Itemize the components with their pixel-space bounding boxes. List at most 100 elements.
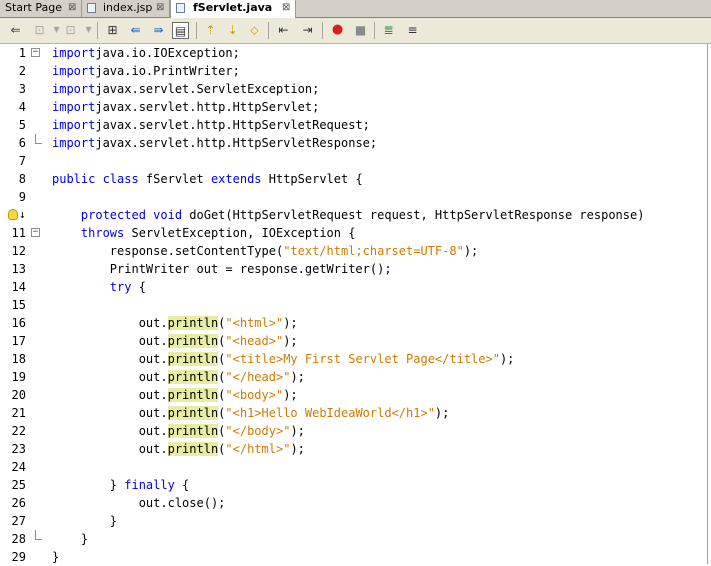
code-line[interactable]: 9 bbox=[0, 188, 711, 206]
code-text: try { bbox=[52, 278, 146, 296]
code-token: java.io.IOException; bbox=[95, 46, 240, 60]
fold-toggle-icon[interactable]: − bbox=[31, 228, 40, 237]
java-file-icon bbox=[176, 3, 185, 13]
keyword-token: protected void bbox=[80, 208, 183, 222]
code-line[interactable]: 6 importjavax.servlet.http.HttpServletRes… bbox=[0, 134, 711, 152]
keyword-token: public class bbox=[52, 172, 139, 186]
code-line[interactable]: 19 out.println("</head>"); bbox=[0, 368, 711, 386]
hint-lightbulb-icon[interactable] bbox=[8, 209, 18, 220]
fold-toggle-icon[interactable]: − bbox=[31, 48, 40, 57]
keyword-token: throws bbox=[80, 226, 125, 240]
code-line[interactable]: 15 bbox=[0, 296, 711, 314]
toggle-bookmark-icon[interactable]: ⊞ bbox=[104, 22, 121, 39]
line-number: 18 bbox=[11, 352, 26, 366]
code-token: HttpServlet { bbox=[261, 172, 363, 186]
toggle-highlight-icon[interactable]: ▤ bbox=[172, 22, 189, 39]
code-line[interactable]: 25 } finally { bbox=[0, 476, 711, 494]
code-token: { bbox=[174, 478, 190, 492]
code-text: out.println("<html>"); bbox=[52, 314, 298, 332]
code-token: javax.servlet.ServletException; bbox=[95, 82, 320, 96]
chevron-down-icon[interactable]: ▼ bbox=[80, 22, 97, 39]
code-line[interactable]: 28 } bbox=[0, 530, 711, 548]
close-icon[interactable]: ⊠ bbox=[68, 0, 76, 16]
line-number: 26 bbox=[11, 496, 26, 510]
code-line[interactable]: 27 } bbox=[0, 512, 711, 530]
string-token: "</html>" bbox=[225, 442, 291, 456]
shift-right-icon[interactable]: ⇥ bbox=[299, 22, 316, 39]
code-line[interactable]: 26 out.close(); bbox=[0, 494, 711, 512]
code-line[interactable]: 5 importjavax.servlet.http.HttpServletReq… bbox=[0, 116, 711, 134]
tab-label: Start Page bbox=[5, 1, 62, 14]
code-line[interactable]: 14 try { bbox=[0, 278, 711, 296]
line-number: 27 bbox=[11, 514, 26, 528]
record-macro-icon[interactable]: ● bbox=[329, 22, 346, 39]
line-number: 6 bbox=[18, 136, 26, 150]
code-text: protected void doGet(HttpServletRequest … bbox=[52, 206, 645, 224]
code-token: out.close(); bbox=[52, 496, 226, 510]
line-number: 24 bbox=[11, 460, 26, 474]
shift-left-icon[interactable]: ⇤ bbox=[275, 22, 292, 39]
code-line[interactable]: 7 bbox=[0, 152, 711, 170]
code-line[interactable]: 24 bbox=[0, 458, 711, 476]
line-number: 7 bbox=[18, 154, 26, 168]
code-line[interactable]: 12 response.setContentType("text/html;ch… bbox=[0, 242, 711, 260]
code-line[interactable]: 18 out.println("<title>My First Servlet … bbox=[0, 350, 711, 368]
line-number: 19 bbox=[11, 370, 26, 384]
code-token: ); bbox=[283, 316, 298, 330]
next-bookmark-icon[interactable]: ⇣ bbox=[224, 22, 241, 39]
code-line[interactable]: 8 public class fServlet extends HttpServl… bbox=[0, 170, 711, 188]
code-line[interactable]: 13 PrintWriter out = response.getWriter(… bbox=[0, 260, 711, 278]
tab-index-jsp[interactable]: index.jsp ⊠ bbox=[82, 0, 170, 17]
uncomment-icon[interactable]: ≡ bbox=[404, 22, 421, 39]
prev-bookmark-icon[interactable]: ⇡ bbox=[202, 22, 219, 39]
line-number: 29 bbox=[11, 550, 26, 564]
code-line[interactable]: 17 out.println("<head>"); bbox=[0, 332, 711, 350]
code-text: } bbox=[52, 512, 117, 530]
back-icon[interactable]: ⇐ bbox=[7, 22, 24, 39]
line-number: 1 bbox=[18, 46, 26, 60]
highlighted-token: println bbox=[167, 334, 219, 348]
comment-icon[interactable]: ≣ bbox=[380, 22, 397, 39]
code-line[interactable]: 3 importjavax.servlet.ServletException; bbox=[0, 80, 711, 98]
code-line[interactable]: 22 out.println("</body>"); bbox=[0, 422, 711, 440]
string-token: "<h1>Hello WebIdeaWorld</h1>" bbox=[225, 406, 435, 420]
code-line[interactable]: 4 importjavax.servlet.http.HttpServlet; bbox=[0, 98, 711, 116]
keyword-token: try bbox=[109, 280, 132, 294]
code-line[interactable]: 2 importjava.io.PrintWriter; bbox=[0, 62, 711, 80]
tab-fservlet-java[interactable]: fServlet.java ⊠ bbox=[170, 0, 296, 18]
code-line[interactable]: ↓ protected void doGet(HttpServletReques… bbox=[0, 206, 711, 224]
keyword-token: finally bbox=[124, 478, 175, 492]
code-line[interactable]: 23 out.println("</html>"); bbox=[0, 440, 711, 458]
code-token: PrintWriter out = response.getWriter(); bbox=[52, 262, 392, 276]
find-prev-icon[interactable]: ⇚ bbox=[127, 22, 144, 39]
code-line[interactable]: 29} bbox=[0, 548, 711, 566]
code-line[interactable]: 1− importjava.io.IOException; bbox=[0, 44, 711, 62]
stop-macro-icon[interactable]: ■ bbox=[352, 22, 369, 39]
keyword-token: import bbox=[52, 82, 96, 96]
code-token: ); bbox=[290, 442, 305, 456]
code-text: out.close(); bbox=[52, 494, 226, 512]
code-token: { bbox=[131, 280, 146, 294]
toggle-bookmark-list-icon[interactable]: ⬦ bbox=[246, 22, 263, 39]
highlighted-token: println bbox=[167, 370, 219, 384]
last-edit-icon[interactable]: ⊡ bbox=[62, 22, 79, 39]
keyword-token: import bbox=[52, 136, 96, 150]
code-line[interactable]: 16 out.println("<html>"); bbox=[0, 314, 711, 332]
tab-start-page[interactable]: Start Page ⊠ bbox=[0, 0, 82, 17]
keyword-token: import bbox=[52, 64, 96, 78]
close-icon[interactable]: ⊠ bbox=[282, 0, 290, 16]
code-token: javax.servlet.http.HttpServletResponse; bbox=[95, 136, 378, 150]
find-next-icon[interactable]: ⇛ bbox=[150, 22, 167, 39]
code-line[interactable]: 20 out.println("<body>"); bbox=[0, 386, 711, 404]
close-icon[interactable]: ⊠ bbox=[156, 0, 164, 16]
code-text: importjava.io.PrintWriter; bbox=[52, 62, 240, 80]
keyword-token: extends bbox=[210, 172, 262, 186]
code-token: ); bbox=[434, 406, 450, 420]
code-line[interactable]: 21 out.println("<h1>Hello WebIdeaWorld</… bbox=[0, 404, 711, 422]
line-number: 16 bbox=[11, 316, 26, 330]
code-line[interactable]: 11− throws ServletException, IOException… bbox=[0, 224, 711, 242]
line-number: 17 bbox=[11, 334, 26, 348]
highlighted-token: println bbox=[167, 352, 219, 366]
forward-icon[interactable]: ⊡ bbox=[31, 22, 48, 39]
